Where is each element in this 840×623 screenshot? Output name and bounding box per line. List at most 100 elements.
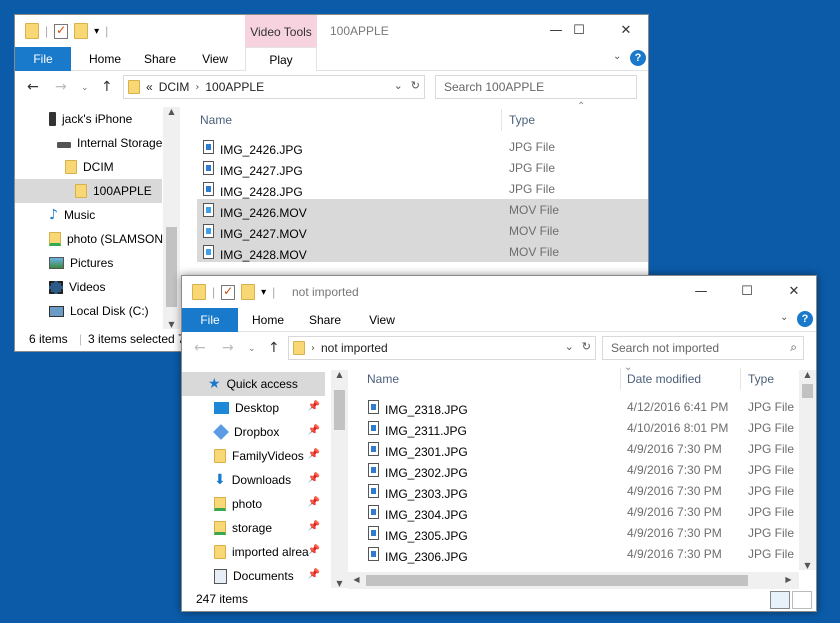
- list-item[interactable]: IMG_2427.MOV MOV File: [197, 220, 648, 241]
- nav-item-dropbox[interactable]: Dropbox 📌: [213, 420, 326, 444]
- nav-item-photo[interactable]: photo 📌: [214, 492, 326, 516]
- nav-scrollbar[interactable]: ▲ ▼: [163, 107, 180, 329]
- list-item[interactable]: IMG_2428.JPG JPG File: [197, 178, 648, 199]
- nav-item-pictures[interactable]: Pictures: [49, 251, 113, 275]
- close-button[interactable]: ✕: [603, 15, 648, 45]
- nav-item-imported-already[interactable]: imported alrea 📌: [214, 540, 326, 564]
- maximize-button[interactable]: ☐: [556, 15, 602, 45]
- scrollbar-thumb[interactable]: [334, 390, 345, 430]
- pin-icon[interactable]: 📌: [308, 425, 320, 436]
- address-bar[interactable]: « DCIM › 100APPLE ⌄ ↻: [123, 75, 425, 99]
- list-item[interactable]: IMG_2305.JPG 4/9/2016 7:30 PM JPG File: [362, 522, 798, 543]
- properties-icon[interactable]: [221, 284, 236, 300]
- list-item[interactable]: IMG_2318.JPG 4/12/2016 6:41 PM JPG File: [362, 396, 798, 417]
- column-name[interactable]: Name: [200, 113, 232, 127]
- back-arrow-icon[interactable]: ←: [27, 79, 39, 95]
- address-bar[interactable]: › not imported ⌄ ↻: [288, 336, 596, 360]
- tab-view[interactable]: View: [195, 47, 235, 71]
- recent-locations-icon[interactable]: ⌄: [81, 83, 89, 93]
- pin-icon[interactable]: 📌: [308, 401, 320, 412]
- help-icon[interactable]: ?: [630, 50, 646, 66]
- title-bar[interactable]: | ▾ | Video Tools 100APPLE — ☐ ✕: [15, 15, 648, 71]
- new-folder-icon[interactable]: [241, 284, 256, 300]
- refresh-icon[interactable]: ↻: [582, 340, 591, 353]
- tab-home[interactable]: Home: [248, 308, 288, 332]
- tab-view[interactable]: View: [362, 308, 402, 332]
- refresh-icon[interactable]: ↻: [411, 79, 420, 92]
- pin-icon[interactable]: 📌: [308, 545, 320, 556]
- breadcrumb-100apple[interactable]: 100APPLE: [205, 80, 264, 94]
- list-item[interactable]: IMG_2301.JPG 4/9/2016 7:30 PM JPG File: [362, 438, 798, 459]
- scroll-up-icon[interactable]: ▲: [331, 370, 348, 379]
- list-item[interactable]: IMG_2426.MOV MOV File: [197, 199, 648, 220]
- tab-home[interactable]: Home: [85, 47, 125, 71]
- pin-icon[interactable]: 📌: [308, 521, 320, 532]
- tab-file[interactable]: File: [182, 308, 238, 332]
- forward-arrow-icon[interactable]: →: [222, 340, 234, 356]
- list-item[interactable]: IMG_2304.JPG 4/9/2016 7:30 PM JPG File: [362, 501, 798, 522]
- scrollbar-thumb[interactable]: [366, 575, 748, 586]
- nav-item-music[interactable]: ♪ Music: [49, 203, 95, 227]
- breadcrumb-not-imported[interactable]: not imported: [321, 341, 388, 355]
- column-date-modified[interactable]: Date modified: [627, 372, 701, 386]
- chevron-down-icon[interactable]: ⌄: [780, 312, 788, 323]
- recent-locations-icon[interactable]: ⌄: [248, 344, 256, 354]
- list-item[interactable]: IMG_2306.JPG 4/9/2016 7:30 PM JPG File: [362, 543, 798, 564]
- search-icon[interactable]: ⌕: [790, 340, 797, 355]
- nav-item-familyvideos[interactable]: FamilyVideos 📌: [214, 444, 326, 468]
- pin-icon[interactable]: 📌: [308, 569, 320, 580]
- scrollbar-thumb[interactable]: [802, 384, 813, 398]
- column-name[interactable]: Name: [367, 372, 399, 386]
- nav-item-100apple[interactable]: 100APPLE: [15, 179, 162, 203]
- customize-quick-access-icon[interactable]: ▾: [94, 26, 99, 37]
- scroll-left-icon[interactable]: ◀: [348, 575, 365, 584]
- address-dropdown-icon[interactable]: ⌄: [565, 340, 574, 353]
- properties-icon[interactable]: [54, 23, 69, 39]
- nav-item-photo-slamson[interactable]: photo (SLAMSON: [49, 227, 163, 251]
- forward-arrow-icon[interactable]: →: [55, 79, 67, 95]
- up-arrow-icon[interactable]: ↑: [101, 79, 113, 95]
- back-arrow-icon[interactable]: ←: [194, 340, 206, 356]
- scroll-up-icon[interactable]: ▲: [799, 370, 816, 379]
- help-icon[interactable]: ?: [797, 311, 813, 327]
- tab-share[interactable]: Share: [306, 308, 344, 332]
- scroll-up-icon[interactable]: ▲: [163, 107, 180, 116]
- nav-item-quick-access[interactable]: ★ Quick access: [182, 372, 325, 396]
- large-icons-view-icon[interactable]: [792, 591, 812, 609]
- scroll-down-icon[interactable]: ▼: [799, 561, 816, 570]
- nav-item-dcim[interactable]: DCIM: [65, 155, 114, 179]
- list-item[interactable]: IMG_2428.MOV MOV File: [197, 241, 648, 262]
- file-list-scrollbar[interactable]: ▲ ▼: [799, 370, 816, 570]
- column-type[interactable]: Type: [509, 113, 535, 127]
- pin-icon[interactable]: 📌: [308, 473, 320, 484]
- pin-icon[interactable]: 📌: [308, 449, 320, 460]
- scrollbar-thumb[interactable]: [166, 227, 177, 307]
- tab-play[interactable]: Play: [245, 47, 317, 71]
- customize-quick-access-icon[interactable]: ▾: [261, 287, 266, 298]
- details-view-icon[interactable]: [770, 591, 790, 609]
- explorer-window-not-imported[interactable]: | ▾ | not imported — ☐ ✕ File Home Share…: [181, 275, 817, 612]
- nav-item-storage[interactable]: storage 📌: [214, 516, 326, 540]
- tab-file[interactable]: File: [15, 47, 71, 71]
- minimize-button[interactable]: —: [678, 276, 724, 306]
- nav-item-downloads[interactable]: ⬇ Downloads 📌: [214, 468, 326, 492]
- nav-item-videos[interactable]: Videos: [49, 275, 105, 299]
- tab-share[interactable]: Share: [141, 47, 179, 71]
- breadcrumb-overflow[interactable]: «: [146, 80, 153, 94]
- nav-item-internal-storage[interactable]: Internal Storage: [57, 131, 162, 155]
- search-input[interactable]: Search not imported ⌕: [602, 336, 804, 360]
- column-type[interactable]: Type: [748, 372, 774, 386]
- nav-item-iphone[interactable]: jack's iPhone: [49, 107, 132, 131]
- up-arrow-icon[interactable]: ↑: [268, 340, 280, 356]
- nav-item-documents[interactable]: Documents 📌: [214, 564, 326, 588]
- new-folder-icon[interactable]: [74, 23, 89, 39]
- list-item[interactable]: IMG_2426.JPG JPG File: [197, 136, 648, 157]
- scroll-right-icon[interactable]: ▶: [780, 575, 797, 584]
- list-item[interactable]: IMG_2303.JPG 4/9/2016 7:30 PM JPG File: [362, 480, 798, 501]
- breadcrumb-dcim[interactable]: DCIM: [159, 80, 190, 94]
- list-item[interactable]: IMG_2311.JPG 4/10/2016 8:01 PM JPG File: [362, 417, 798, 438]
- nav-item-local-disk[interactable]: Local Disk (C:): [49, 299, 149, 323]
- address-dropdown-icon[interactable]: ⌄: [394, 79, 403, 92]
- title-bar[interactable]: | ▾ | not imported — ☐ ✕: [182, 276, 816, 308]
- list-item[interactable]: IMG_2427.JPG JPG File: [197, 157, 648, 178]
